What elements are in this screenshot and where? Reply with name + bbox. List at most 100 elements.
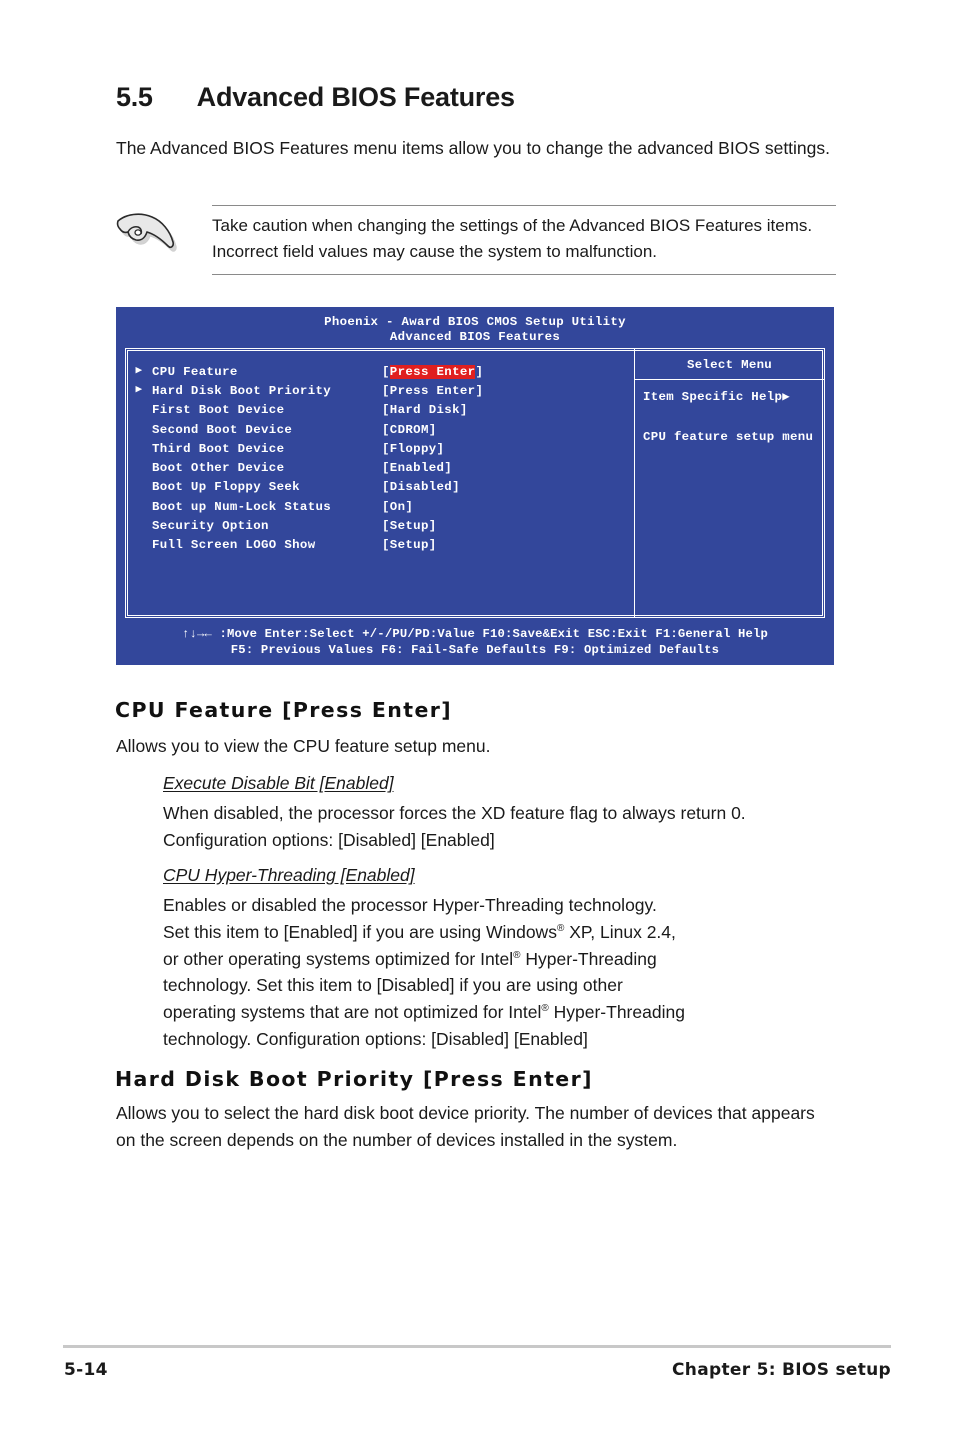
bios-menu-item[interactable]: Full Screen LOGO Show [Setup] xyxy=(126,536,634,555)
page-title: 5.5 Advanced BIOS Features xyxy=(116,82,515,113)
bios-menu-item-value[interactable]: [CDROM] xyxy=(382,423,437,437)
bracket-open: [ xyxy=(382,441,390,456)
bracket-open: [ xyxy=(382,383,390,398)
item-specific-help-label: Item Specific Help▶ xyxy=(643,390,791,404)
ht-line-3b: Hyper-Threading xyxy=(520,948,657,969)
pointing-hand-icon xyxy=(116,206,212,265)
submenu-arrow-icon: ▶ xyxy=(135,365,143,378)
subtopic-body-execute-disable-bit: When disabled, the processor forces the … xyxy=(163,803,746,850)
bios-menu-item-value-text: Press Enter xyxy=(389,383,476,398)
bios-title-line2: Advanced BIOS Features xyxy=(389,330,561,344)
bios-menu-item-label: CPU Feature xyxy=(152,364,238,379)
ht-line-5: operating systems that are not optimized… xyxy=(163,999,853,1026)
help-spacer xyxy=(643,404,824,430)
bios-menu-item-value[interactable]: [Floppy] xyxy=(382,442,444,456)
bios-menu-item[interactable]: ▶ CPU Feature [Press Enter] xyxy=(126,362,634,381)
bios-menu-item[interactable]: Boot Other Device [Enabled] xyxy=(126,458,634,477)
document-page: 5.5 Advanced BIOS Features The Advanced … xyxy=(0,0,954,1438)
bios-menu-item-value-text: CDROM xyxy=(389,422,429,437)
ht-line-2b: XP, Linux 2.4, xyxy=(564,921,676,942)
ht-line-2a: Set this item to [Enabled] if you are us… xyxy=(163,921,557,942)
caution-note-text: Take caution when changing the settings … xyxy=(212,216,813,261)
bios-title-block: Phoenix - Award BIOS CMOS Setup Utility … xyxy=(116,307,834,345)
subtopic-heading-execute-disable-bit: Execute Disable Bit [Enabled] xyxy=(163,773,394,793)
ht-line-4: technology. Set this item to [Disabled] … xyxy=(163,975,623,996)
ht-line-3a: or other operating systems optimized for… xyxy=(163,948,514,969)
bracket-open: [ xyxy=(382,519,390,534)
bios-menu-item-label: Third Boot Device xyxy=(152,441,285,456)
bracket-close: ] xyxy=(436,441,445,456)
bios-menu-item[interactable]: ▶ Hard Disk Boot Priority [Press Enter] xyxy=(126,381,634,400)
bios-key-legend-line2: F5: Previous Values F6: Fail-Safe Defaul… xyxy=(230,643,720,657)
bios-menu-item-value-text: Setup xyxy=(389,538,429,553)
bios-menu-item-label: Security Option xyxy=(152,519,269,534)
section-number: 5.5 xyxy=(116,82,153,112)
bios-menu-item-value[interactable]: [Setup] xyxy=(382,519,437,533)
bios-menu-item-value[interactable]: [Setup] xyxy=(382,538,437,552)
bracket-close: ] xyxy=(444,461,453,476)
bios-menu-item-label: Full Screen LOGO Show xyxy=(152,538,316,553)
bios-menu-item-value-text: Hard Disk xyxy=(389,403,460,418)
bios-menu-item-value[interactable]: [Enabled] xyxy=(382,461,452,475)
section-intro-paragraph: The Advanced BIOS Features menu items al… xyxy=(116,138,831,158)
bios-menu-item[interactable]: First Boot Device [Hard Disk] xyxy=(126,401,634,420)
item-specific-help: Item Specific Help▶ CPU feature setup me… xyxy=(635,380,824,444)
ht-line-5b: Hyper-Threading xyxy=(548,1002,685,1023)
bios-menu-item-value[interactable]: [Press Enter] xyxy=(382,384,483,398)
footer-page-number: 5-14 xyxy=(64,1360,108,1380)
footer-chapter-label: Chapter 5: BIOS setup xyxy=(672,1360,891,1380)
ht-line-6: technology. Configuration options: [Disa… xyxy=(163,1028,588,1049)
bios-menu-item-value[interactable]: [Disabled] xyxy=(382,480,460,494)
bios-key-legend: ↑↓→← :Move Enter:Select +/-/PU/PD:Value … xyxy=(116,626,834,658)
bios-menu-list: ▶ CPU Feature [Press Enter] ▶ Hard Disk Boot… xyxy=(126,349,634,617)
registered-mark-icon: ® xyxy=(541,1003,549,1015)
subtopic-heading-cpu-hyper-threading: CPU Hyper-Threading [Enabled] xyxy=(163,865,415,885)
topic-heading-cpu-feature: CPU Feature [Press Enter] xyxy=(115,698,453,722)
ht-line-3: or other operating systems optimized for… xyxy=(163,946,853,973)
topic-heading-hard-disk-boot-priority: Hard Disk Boot Priority [Press Enter] xyxy=(115,1067,593,1091)
bracket-open: [ xyxy=(382,480,390,495)
bracket-open: [ xyxy=(382,538,390,553)
bios-menu-item-value-text: Disabled xyxy=(389,480,453,495)
bracket-close: ] xyxy=(452,480,460,495)
bracket-open: [ xyxy=(382,403,390,418)
bios-menu-item[interactable]: Boot up Num-Lock Status [On] xyxy=(126,497,634,516)
section-title: Advanced BIOS Features xyxy=(196,82,515,112)
bios-key-legend-line1: ↑↓→← :Move Enter:Select +/-/PU/PD:Value … xyxy=(181,627,769,641)
bracket-close: ] xyxy=(475,364,484,379)
bios-menu-item-label: Hard Disk Boot Priority xyxy=(152,383,332,398)
bios-menu-item-label: Boot Up Floppy Seek xyxy=(152,480,300,495)
bios-menu-item-value-text: Enabled xyxy=(389,461,445,476)
bios-menu-item-value[interactable]: [On] xyxy=(382,500,413,514)
bios-menu-item-value-selected: Press Enter xyxy=(389,364,476,379)
bracket-open: [ xyxy=(382,461,390,476)
bios-menu-item-value-text: On xyxy=(389,499,406,514)
bios-menu-item[interactable]: Security Option [Setup] xyxy=(126,516,634,535)
bios-menu-item[interactable]: Second Boot Device [CDROM] xyxy=(126,420,634,439)
select-menu-header: Select Menu xyxy=(635,349,824,380)
ht-line-2: Set this item to [Enabled] if you are us… xyxy=(163,919,853,946)
bios-menu-item-label: First Boot Device xyxy=(152,403,285,418)
bracket-close: ] xyxy=(428,519,437,534)
ht-line-1: Enables or disabled the processor Hyper-… xyxy=(163,895,657,915)
bracket-open: [ xyxy=(382,499,390,514)
bios-menu-item-value-text: Floppy xyxy=(389,441,437,456)
bios-menu-item-value-text: Setup xyxy=(389,519,429,534)
bios-menu-item-value[interactable]: [Hard Disk] xyxy=(382,403,468,417)
registered-mark-icon: ® xyxy=(513,949,521,961)
bracket-close: ] xyxy=(428,538,437,553)
bios-menu-item[interactable]: Boot Up Floppy Seek [Disabled] xyxy=(126,478,634,497)
bios-menu-item-label: Second Boot Device xyxy=(152,422,293,437)
bracket-close: ] xyxy=(405,499,414,514)
ht-line-5a: operating systems that are not optimized… xyxy=(163,1002,542,1023)
note-bottom-rule xyxy=(212,274,836,275)
bracket-open: [ xyxy=(382,422,390,437)
bios-menu-item[interactable]: Third Boot Device [Floppy] xyxy=(126,439,634,458)
bios-setup-screen: Phoenix - Award BIOS CMOS Setup Utility … xyxy=(116,307,834,665)
bios-menu-item-value[interactable]: [Press Enter] xyxy=(382,364,484,379)
bios-menu-item-label: Boot Other Device xyxy=(152,461,285,476)
bracket-close: ] xyxy=(428,422,437,437)
bios-menu-item-label: Boot up Num-Lock Status xyxy=(152,499,332,514)
bracket-close: ] xyxy=(475,383,484,398)
bios-help-panel: Select Menu Item Specific Help▶ CPU feat… xyxy=(635,349,824,617)
